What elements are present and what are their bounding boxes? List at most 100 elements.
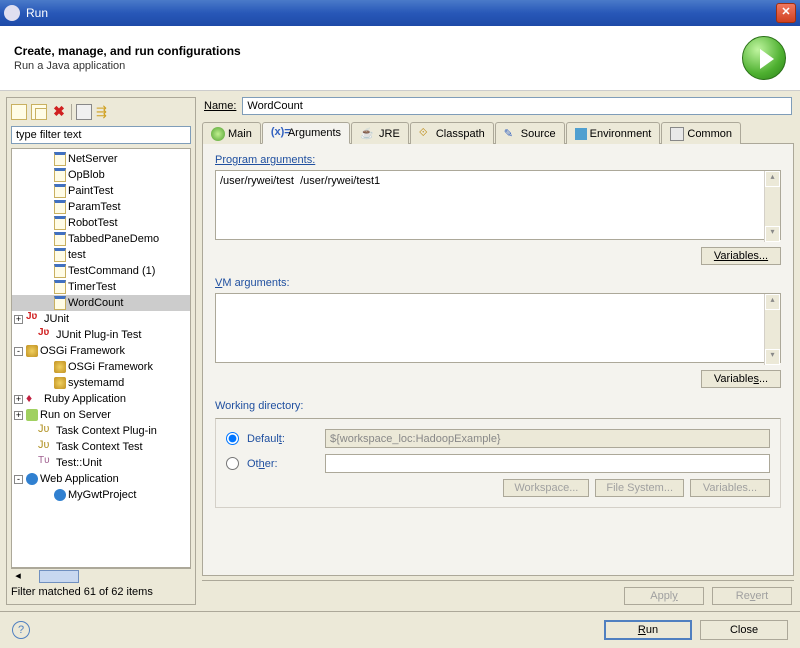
tab-arguments[interactable]: (x)=Arguments [262, 122, 350, 144]
filter-icon[interactable] [96, 104, 112, 120]
tree-item[interactable]: ParamTest [12, 199, 190, 215]
tree-item-label: systemamd [68, 377, 124, 389]
expand-icon[interactable]: + [14, 395, 23, 404]
tree-item-label: JUnit Plug-in Test [56, 329, 141, 341]
main-tab-icon [211, 127, 225, 141]
tab-source[interactable]: ✎Source [495, 122, 565, 144]
tree-item-label: Test::Unit [56, 457, 102, 469]
expand-icon[interactable]: + [14, 315, 23, 324]
ruby-icon [26, 391, 42, 407]
name-label: Name: [204, 100, 236, 112]
expand-icon[interactable]: + [14, 411, 23, 420]
header-subtitle: Run a Java application [14, 60, 742, 72]
doc-icon [54, 200, 66, 214]
arguments-tab-icon: (x)= [271, 126, 285, 140]
horizontal-scrollbar[interactable]: ◂ [11, 568, 191, 584]
window-close-button[interactable]: ✕ [776, 3, 796, 23]
doc-icon [54, 280, 66, 294]
tree-item-label: NetServer [68, 153, 118, 165]
srv-icon [26, 409, 38, 421]
tab-main[interactable]: Main [202, 122, 261, 144]
tree-item[interactable]: TimerTest [12, 279, 190, 295]
doc-icon [54, 152, 66, 166]
textarea-scrollbar[interactable]: ▴▾ [764, 294, 780, 365]
tree-item-label: TabbedPaneDemo [68, 233, 159, 245]
tree-item[interactable]: + Run on Server [12, 407, 190, 423]
tsk-icon: Jʋ [38, 439, 54, 455]
doc-icon [54, 232, 66, 246]
tab-bar: Main (x)=Arguments JRE ⟐Classpath ✎Sourc… [202, 121, 794, 144]
tree-item[interactable]: - OSGi Framework [12, 343, 190, 359]
tree-item[interactable]: JʋTask Context Plug-in [12, 423, 190, 439]
run-button[interactable]: Run [604, 620, 692, 640]
dialog-footer: ? Run Close [0, 611, 800, 648]
tree-item[interactable]: RobotTest [12, 215, 190, 231]
vm-args-textarea[interactable] [215, 293, 781, 363]
tree-item-label: OpBlob [68, 169, 105, 181]
tree-item-label: TimerTest [68, 281, 116, 293]
other-dir-input[interactable] [325, 454, 770, 473]
dialog-header: Create, manage, and run configurations R… [0, 26, 800, 91]
config-tree[interactable]: NetServer OpBlob PaintTestParamTestRobotTe… [11, 148, 191, 568]
tree-item-label: OSGi Framework [40, 345, 125, 357]
ju-icon: Jʋ [38, 327, 54, 343]
tab-classpath[interactable]: ⟐Classpath [410, 122, 494, 144]
tree-item[interactable]: TestCommand (1) [12, 263, 190, 279]
tree-item[interactable]: OSGi Framework [12, 359, 190, 375]
delete-config-icon[interactable]: ✖ [51, 104, 67, 120]
jre-tab-icon [360, 127, 376, 141]
tree-item[interactable]: NetServer [12, 151, 190, 167]
tree-item[interactable]: WordCount [12, 295, 190, 311]
expand-icon[interactable]: - [14, 347, 23, 356]
tree-item[interactable]: JʋJUnit Plug-in Test [12, 327, 190, 343]
vm-args-variables-button[interactable]: Variables... [701, 370, 781, 388]
osgi-icon [54, 377, 66, 389]
config-toolbar: ✖ [11, 102, 191, 126]
tree-item-label: OSGi Framework [68, 361, 153, 373]
web-icon [26, 473, 38, 485]
tree-item-label: Run on Server [40, 409, 111, 421]
tree-item-label: JUnit [44, 313, 69, 325]
program-args-textarea[interactable]: /user/rywei/test /user/rywei/test1 [215, 170, 781, 240]
tree-item[interactable]: + Ruby Application [12, 391, 190, 407]
tree-item[interactable]: -Web Application [12, 471, 190, 487]
default-dir-label: Default: [247, 433, 317, 445]
vm-args-label: VM arguments: [215, 277, 781, 289]
collapse-all-icon[interactable] [76, 104, 92, 120]
default-dir-radio[interactable] [226, 432, 239, 445]
tree-item-label: MyGwtProject [68, 489, 136, 501]
eclipse-icon [4, 5, 20, 21]
other-dir-radio[interactable] [226, 457, 239, 470]
web-icon [54, 489, 66, 501]
filter-status: Filter matched 61 of 62 items [11, 584, 191, 600]
filter-input[interactable] [11, 126, 191, 144]
new-config-icon[interactable] [11, 104, 27, 120]
program-args-label: Program arguments: [215, 154, 781, 166]
tree-item[interactable]: test [12, 247, 190, 263]
duplicate-config-icon[interactable] [31, 104, 47, 120]
tree-item[interactable]: TabbedPaneDemo [12, 231, 190, 247]
source-tab-icon: ✎ [504, 127, 518, 141]
tree-item-label: Ruby Application [44, 393, 126, 405]
expand-icon[interactable]: - [14, 475, 23, 484]
tab-environment[interactable]: Environment [566, 122, 661, 144]
other-dir-label: Other: [247, 458, 317, 470]
doc-icon [54, 168, 66, 182]
tree-item[interactable]: PaintTest [12, 183, 190, 199]
tree-item[interactable]: systemamd [12, 375, 190, 391]
close-button[interactable]: Close [700, 620, 788, 640]
filesystem-button: File System... [595, 479, 684, 497]
tree-item[interactable]: TᴜTest::Unit [12, 455, 190, 471]
textarea-scrollbar[interactable]: ▴▾ [764, 171, 780, 242]
name-input[interactable] [242, 97, 792, 115]
help-icon[interactable]: ? [12, 621, 30, 639]
wd-variables-button: Variables... [690, 479, 770, 497]
tree-item[interactable]: OpBlob [12, 167, 190, 183]
common-tab-icon [670, 127, 684, 141]
tab-jre[interactable]: JRE [351, 122, 409, 144]
tree-item[interactable]: +JʋJUnit [12, 311, 190, 327]
program-args-variables-button[interactable]: Variables... [701, 247, 781, 265]
tab-common[interactable]: Common [661, 122, 741, 144]
tree-item[interactable]: JʋTask Context Test [12, 439, 190, 455]
tree-item[interactable]: MyGwtProject [12, 487, 190, 503]
